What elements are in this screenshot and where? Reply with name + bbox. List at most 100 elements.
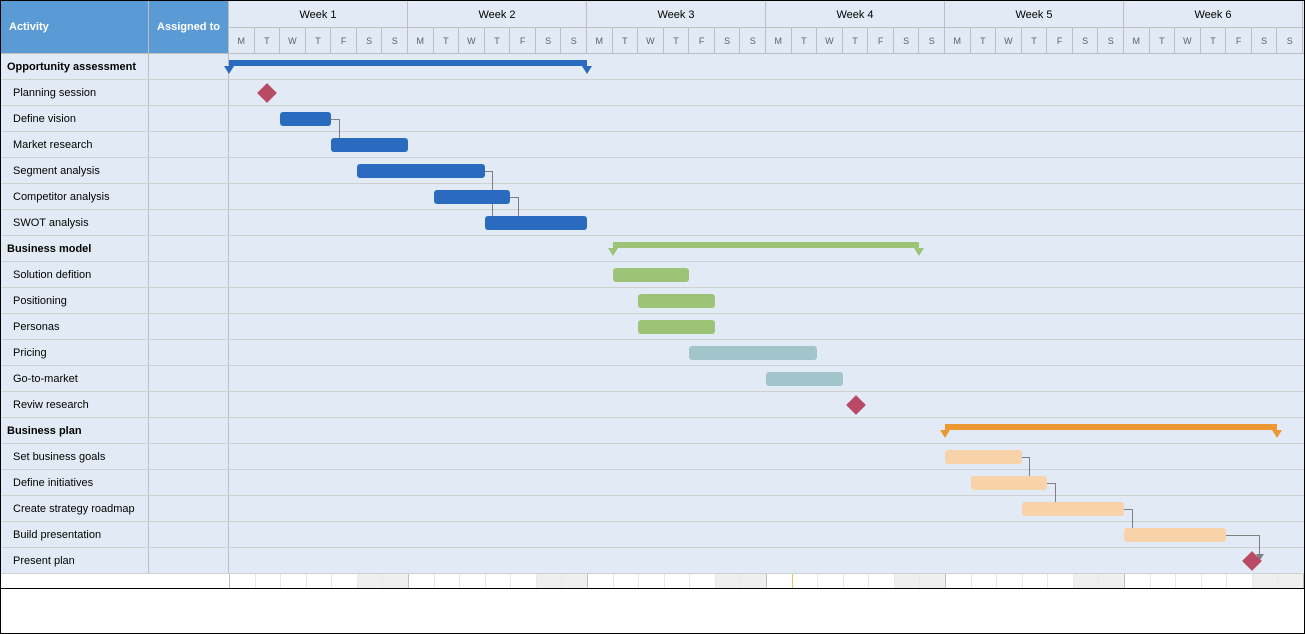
day-header: M (408, 28, 434, 54)
assigned-to-cell (149, 210, 229, 235)
week-header-4: Week 4 (766, 1, 945, 28)
day-header: F (510, 28, 536, 54)
assigned-to-cell (149, 184, 229, 209)
task-row: Reviw research (1, 392, 1304, 418)
assigned-to-cell (149, 392, 229, 417)
day-header: T (1150, 28, 1176, 54)
task-bar[interactable] (971, 476, 1048, 490)
week-header-6: Week 6 (1124, 1, 1303, 28)
task-bar[interactable] (1022, 502, 1124, 516)
assigned-to-cell (149, 288, 229, 313)
dependency-line (339, 119, 340, 138)
day-header: T (792, 28, 818, 54)
summary-cap-icon (1272, 430, 1282, 438)
summary-bar[interactable] (613, 242, 920, 248)
day-header: T (306, 28, 332, 54)
day-header: T (434, 28, 460, 54)
activity-name: SWOT analysis (1, 210, 149, 235)
summary-cap-icon (940, 430, 950, 438)
day-header: F (689, 28, 715, 54)
assigned-to-cell (149, 496, 229, 521)
summary-bar[interactable] (945, 424, 1277, 430)
day-header: T (971, 28, 997, 54)
activity-name: Reviw research (1, 392, 149, 417)
task-bar[interactable] (280, 112, 331, 126)
assigned-to-cell (149, 548, 229, 573)
task-bar[interactable] (1124, 528, 1226, 542)
task-bar[interactable] (945, 450, 1022, 464)
summary-cap-icon (224, 66, 234, 74)
day-header: S (1252, 28, 1278, 54)
task-bar[interactable] (434, 190, 511, 204)
summary-cap-icon (914, 248, 924, 256)
summary-cap-icon (608, 248, 618, 256)
day-header: S (894, 28, 920, 54)
assigned-to-cell (149, 522, 229, 547)
day-header: S (561, 28, 587, 54)
summary-bar[interactable] (229, 60, 587, 66)
day-header: T (843, 28, 869, 54)
task-row: Define initiatives (1, 470, 1304, 496)
day-header: W (1175, 28, 1201, 54)
activity-name: Planning session (1, 80, 149, 105)
day-header: M (587, 28, 613, 54)
day-header: M (945, 28, 971, 54)
task-bar[interactable] (638, 294, 715, 308)
task-row: Set business goals (1, 444, 1304, 470)
task-row: Segment analysis (1, 158, 1304, 184)
dependency-line (1132, 509, 1133, 528)
task-row: Present plan (1, 548, 1304, 574)
task-row: Pricing (1, 340, 1304, 366)
day-header: S (715, 28, 741, 54)
day-header: F (1047, 28, 1073, 54)
assigned-to-cell (149, 366, 229, 391)
day-header: M (229, 28, 255, 54)
activity-name: Set business goals (1, 444, 149, 469)
assigned-to-cell (149, 158, 229, 183)
dependency-line (1055, 483, 1056, 502)
task-bar[interactable] (689, 346, 817, 360)
dependency-line (518, 197, 519, 216)
assigned-to-cell (149, 80, 229, 105)
task-bar[interactable] (613, 268, 690, 282)
day-header: T (485, 28, 511, 54)
activity-name: Solution defition (1, 262, 149, 287)
day-header: W (996, 28, 1022, 54)
day-header: M (1124, 28, 1150, 54)
day-header: T (1201, 28, 1227, 54)
task-row: SWOT analysis (1, 210, 1304, 236)
gantt-chart: Week 1Week 2Week 3Week 4Week 5Week 6MTWT… (0, 0, 1305, 634)
activity-name: Business model (1, 236, 149, 261)
activity-name: Define vision (1, 106, 149, 131)
activity-name: Define initiatives (1, 470, 149, 495)
activity-name: Positioning (1, 288, 149, 313)
dependency-line (1259, 535, 1260, 554)
section-row: Opportunity assessment (1, 54, 1304, 80)
day-header: S (1098, 28, 1124, 54)
assigned-to-cell (149, 106, 229, 131)
section-row: Business model (1, 236, 1304, 262)
day-header: T (1022, 28, 1048, 54)
day-header: W (817, 28, 843, 54)
week-header-1: Week 1 (229, 1, 408, 28)
assigned-to-cell (149, 418, 229, 443)
task-row: Go-to-market (1, 366, 1304, 392)
activity-name: Segment analysis (1, 158, 149, 183)
assigned-to-cell (149, 470, 229, 495)
task-bar[interactable] (357, 164, 485, 178)
task-bar[interactable] (485, 216, 587, 230)
task-bar[interactable] (766, 372, 843, 386)
day-header: S (357, 28, 383, 54)
day-header: W (280, 28, 306, 54)
assigned-to-cell (149, 262, 229, 287)
assigned-to-cell (149, 236, 229, 261)
day-header: F (331, 28, 357, 54)
activity-name: Go-to-market (1, 366, 149, 391)
day-header: S (1277, 28, 1303, 54)
task-bar[interactable] (331, 138, 408, 152)
task-bar[interactable] (638, 320, 715, 334)
day-header: T (255, 28, 281, 54)
dependency-line (1029, 457, 1030, 476)
assigned-to-cell (149, 444, 229, 469)
week-header-3: Week 3 (587, 1, 766, 28)
